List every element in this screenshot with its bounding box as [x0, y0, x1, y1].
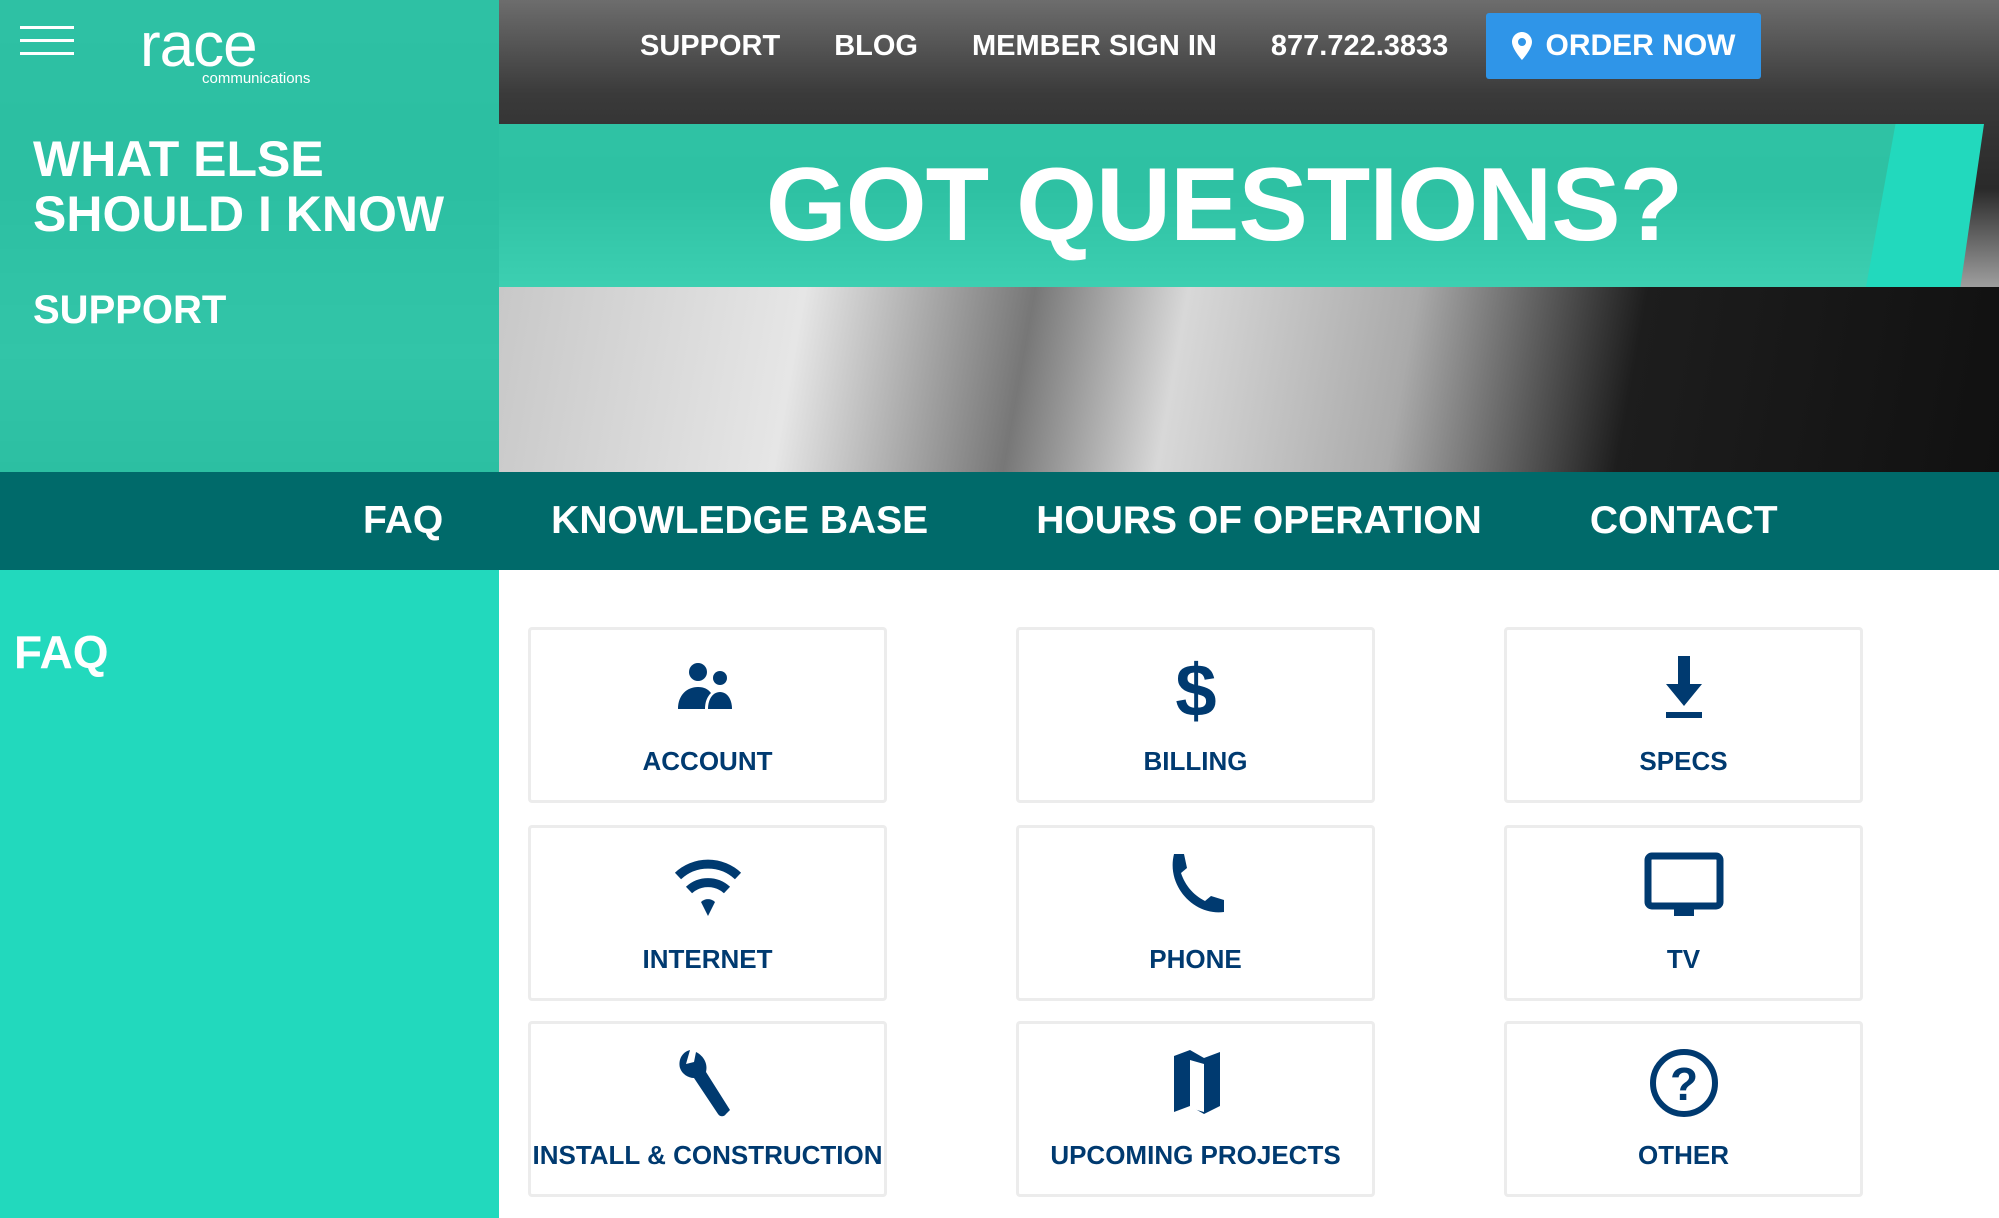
faq-tile-install-construction[interactable]: INSTALL & CONSTRUCTION [528, 1021, 887, 1197]
wifi-icon [674, 859, 741, 916]
faq-tile-internet[interactable]: INTERNET [528, 825, 887, 1001]
tab-faq[interactable]: FAQ [363, 499, 443, 543]
svg-text:?: ? [1669, 1058, 1697, 1110]
hamburger-menu-icon[interactable] [20, 26, 74, 56]
phone-icon [1172, 853, 1224, 912]
hero-road-image [499, 287, 1999, 472]
map-icon [1173, 1049, 1220, 1114]
nav-member-sign-in[interactable]: MEMBER SIGN IN [972, 30, 1217, 63]
side-subtitle: SUPPORT [33, 288, 227, 332]
users-icon [677, 662, 732, 709]
tab-contact[interactable]: CONTACT [1590, 499, 1778, 543]
download-icon [1665, 655, 1702, 718]
faq-tile-upcoming-projects[interactable]: UPCOMING PROJECTS [1016, 1021, 1375, 1197]
faq-tile-specs[interactable]: SPECS [1504, 627, 1863, 803]
nav-support[interactable]: SUPPORT [640, 30, 780, 63]
faq-heading: FAQ [14, 626, 109, 678]
faq-tile-account[interactable]: ACCOUNT [528, 627, 887, 803]
support-subnav: FAQ KNOWLEDGE BASE HOURS OF OPERATION CO… [0, 472, 1999, 570]
tab-knowledge-base[interactable]: KNOWLEDGE BASE [551, 499, 928, 543]
logo[interactable]: race communications [140, 10, 310, 87]
tab-hours-of-operation[interactable]: HOURS OF OPERATION [1036, 499, 1482, 543]
faq-sidebar: FAQ [0, 570, 499, 1218]
map-pin-icon [1511, 32, 1532, 60]
top-nav: SUPPORT BLOG MEMBER SIGN IN 877.722.3833 [640, 30, 1448, 63]
order-now-button[interactable]: ORDER NOW [1486, 13, 1761, 79]
faq-tile-tv[interactable]: TV [1504, 825, 1863, 1001]
wrench-icon [678, 1049, 730, 1116]
faq-tile-other[interactable]: ? OTHER [1504, 1021, 1863, 1197]
page-headline: GOT QUESTIONS? [765, 147, 1683, 263]
faq-tile-billing[interactable]: $ BILLING [1016, 627, 1375, 803]
side-title: WHAT ELSE SHOULD I KNOW [33, 131, 445, 242]
svg-text:$: $ [1175, 654, 1216, 724]
nav-phone-number[interactable]: 877.722.3833 [1271, 30, 1448, 63]
dollar-icon: $ [1175, 654, 1216, 724]
nav-blog[interactable]: BLOG [834, 30, 918, 63]
tv-icon [1644, 852, 1723, 916]
question-circle-icon: ? [1649, 1048, 1718, 1117]
faq-tile-phone[interactable]: PHONE [1016, 825, 1375, 1001]
